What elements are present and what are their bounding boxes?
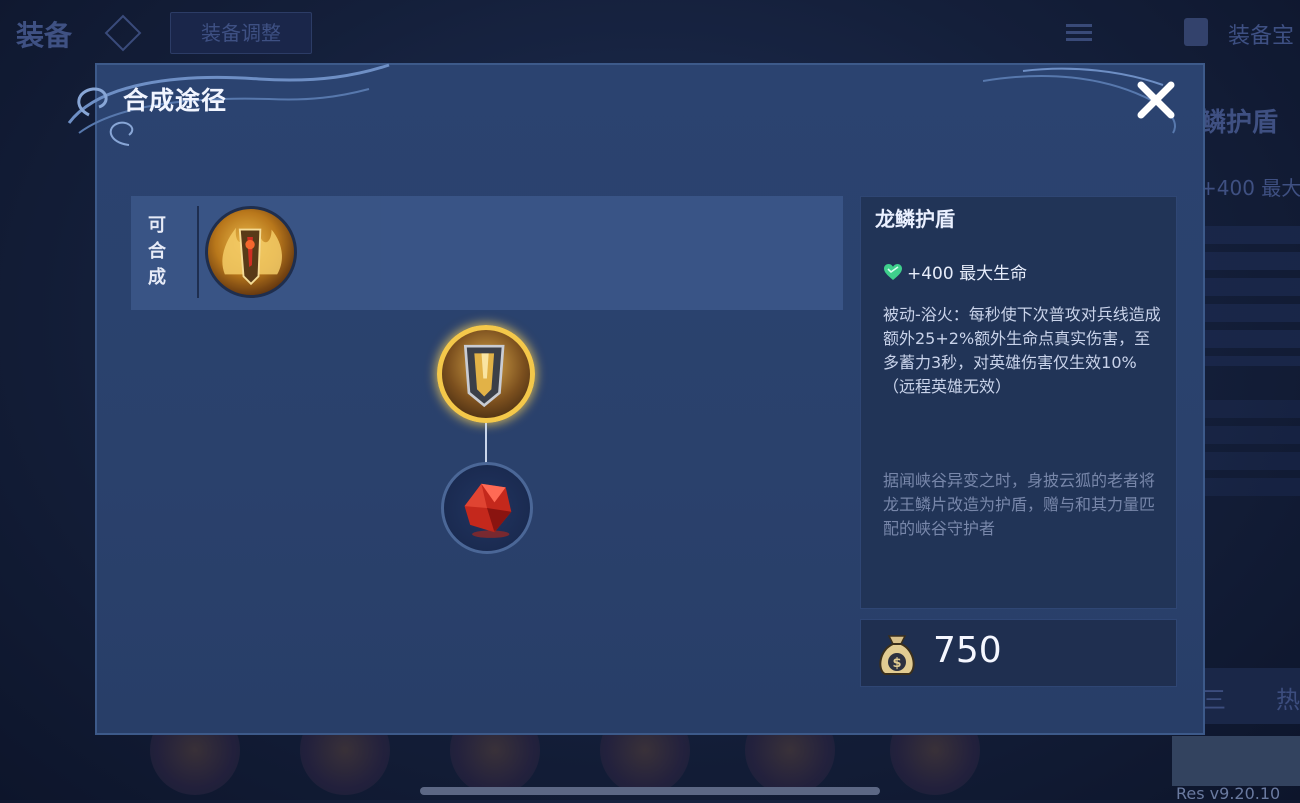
- home-indicator[interactable]: [420, 787, 880, 795]
- treasure-label[interactable]: 装备宝: [1228, 18, 1294, 50]
- close-icon: [1137, 81, 1175, 119]
- version-label: Res v9.20.10: [1176, 784, 1281, 803]
- background-item-description: [1200, 226, 1300, 366]
- dragon-scale-shield-icon: [463, 344, 505, 408]
- recipe-connector-line: [485, 423, 487, 463]
- item-lore: 据闻峡谷异变之时，身披云狐的老者将龙王鳞片改造为护盾，赠与和其力量匹配的峡谷守护…: [883, 471, 1156, 538]
- background-item-stat: +400 最大: [1200, 176, 1300, 200]
- close-button[interactable]: [1133, 77, 1179, 123]
- background-tab-right[interactable]: 热: [1276, 680, 1300, 715]
- built-item-icon[interactable]: [205, 206, 297, 298]
- background-tab-left[interactable]: 三: [1202, 680, 1226, 715]
- item-price: 750: [933, 630, 1002, 671]
- component-item-icon[interactable]: [441, 462, 533, 554]
- price-panel: $ 750: [860, 619, 1177, 687]
- treasure-icon: [1184, 18, 1208, 46]
- item-info-panel: 龙鳞护盾 +400 最大生命 被动-浴火：每秒使下次普攻对兵线造成额外25+2%…: [860, 196, 1177, 609]
- background-buy-button[interactable]: [1172, 736, 1300, 786]
- red-crystal-icon: [464, 483, 512, 538]
- background-topbar: 装备 装备调整 装备宝: [0, 0, 1300, 60]
- selected-item-icon[interactable]: [437, 325, 535, 423]
- buildable-label: 可合成: [148, 215, 166, 288]
- diamond-icon: [104, 14, 142, 52]
- svg-text:$: $: [892, 656, 901, 671]
- item-passive-description: 被动-浴火：每秒使下次普攻对兵线造成额外25+2%额外生命点真实伤害，至多蓄力3…: [883, 305, 1161, 396]
- equipment-adjust-label: 装备调整: [201, 21, 281, 45]
- equipment-adjust-button[interactable]: 装备调整: [170, 12, 312, 54]
- item-name: 龙鳞护盾: [875, 207, 955, 231]
- item-stat: +400 最大生命: [883, 259, 1027, 284]
- synthesis-path-dialog: 合成途径 可合成 龙鳞护盾 +400 最大生命 被动-浴火：每秒使下次普攻对兵线…: [67, 63, 1205, 735]
- filter-icon[interactable]: [1066, 20, 1092, 46]
- background-item-lore: [1200, 400, 1300, 500]
- heart-icon: [884, 264, 902, 280]
- background-title: 装备: [16, 19, 73, 52]
- background-item-name: 鳞护盾: [1200, 108, 1279, 138]
- coin-bag-icon: $: [879, 635, 915, 675]
- flame-shield-item-icon: [222, 227, 282, 286]
- dialog-title: 合成途径: [123, 86, 228, 115]
- cloud-swirl-decoration: [67, 63, 390, 146]
- row-divider: [197, 206, 199, 298]
- item-stat-text: +400 最大生命: [907, 264, 1028, 284]
- buildable-into-row: 可合成: [131, 196, 843, 310]
